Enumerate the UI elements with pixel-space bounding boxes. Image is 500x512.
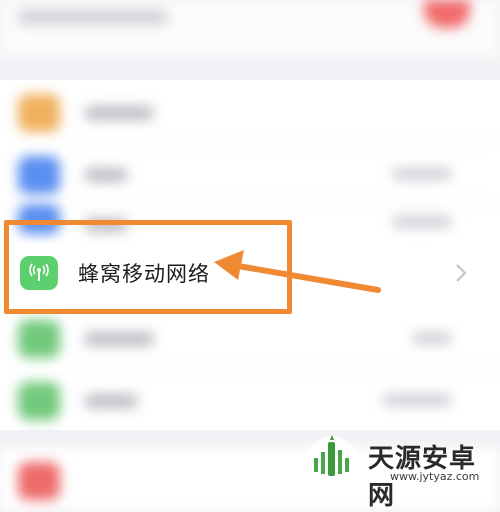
- settings-screen: 蜂窝移动网络 天源安卓网 www.jytyaz.com: [0, 0, 500, 511]
- row-label-blur: [84, 106, 154, 120]
- airplane-icon: [18, 94, 60, 132]
- settings-row-blur[interactable]: [0, 306, 500, 368]
- row-value-blur: [382, 394, 452, 406]
- row-label-blur: [84, 394, 138, 408]
- profile-row[interactable]: [0, 0, 500, 58]
- wifi-icon: [18, 156, 60, 194]
- row-value-blur: [392, 168, 452, 180]
- settings-row-blur[interactable]: [0, 80, 500, 142]
- chevron-right-icon: [454, 262, 476, 284]
- row-value-blur: [412, 332, 452, 344]
- settings-row-blur[interactable]: [0, 368, 500, 430]
- row-value-blur: [392, 216, 452, 228]
- row-label-blur: [84, 168, 128, 182]
- highlight-box: [4, 220, 292, 314]
- watermark-url: www.jytyaz.com: [390, 470, 480, 483]
- watermark: 天源安卓网 www.jytyaz.com: [300, 432, 500, 511]
- watermark-logo-icon: [306, 435, 358, 488]
- profile-name-blur: [18, 10, 168, 24]
- notification-badge: [424, 0, 470, 28]
- vpn-icon: [18, 382, 60, 420]
- notifications-icon: [18, 462, 60, 500]
- settings-row-blur[interactable]: [0, 142, 500, 204]
- hotspot-icon: [18, 320, 60, 358]
- row-label-blur: [84, 332, 154, 346]
